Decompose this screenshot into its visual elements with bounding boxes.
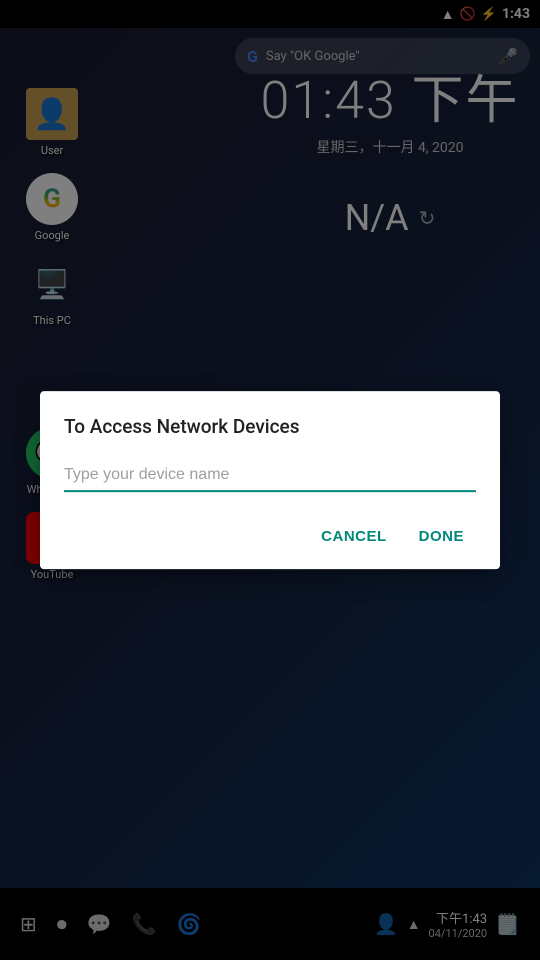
dialog-actions: CANCEL DONE: [64, 520, 476, 553]
cancel-button[interactable]: CANCEL: [309, 520, 399, 553]
dialog-title: To Access Network Devices: [64, 415, 476, 440]
done-button[interactable]: DONE: [407, 520, 476, 553]
dialog: To Access Network Devices CANCEL DONE: [40, 391, 500, 569]
device-name-input[interactable]: [64, 460, 476, 492]
